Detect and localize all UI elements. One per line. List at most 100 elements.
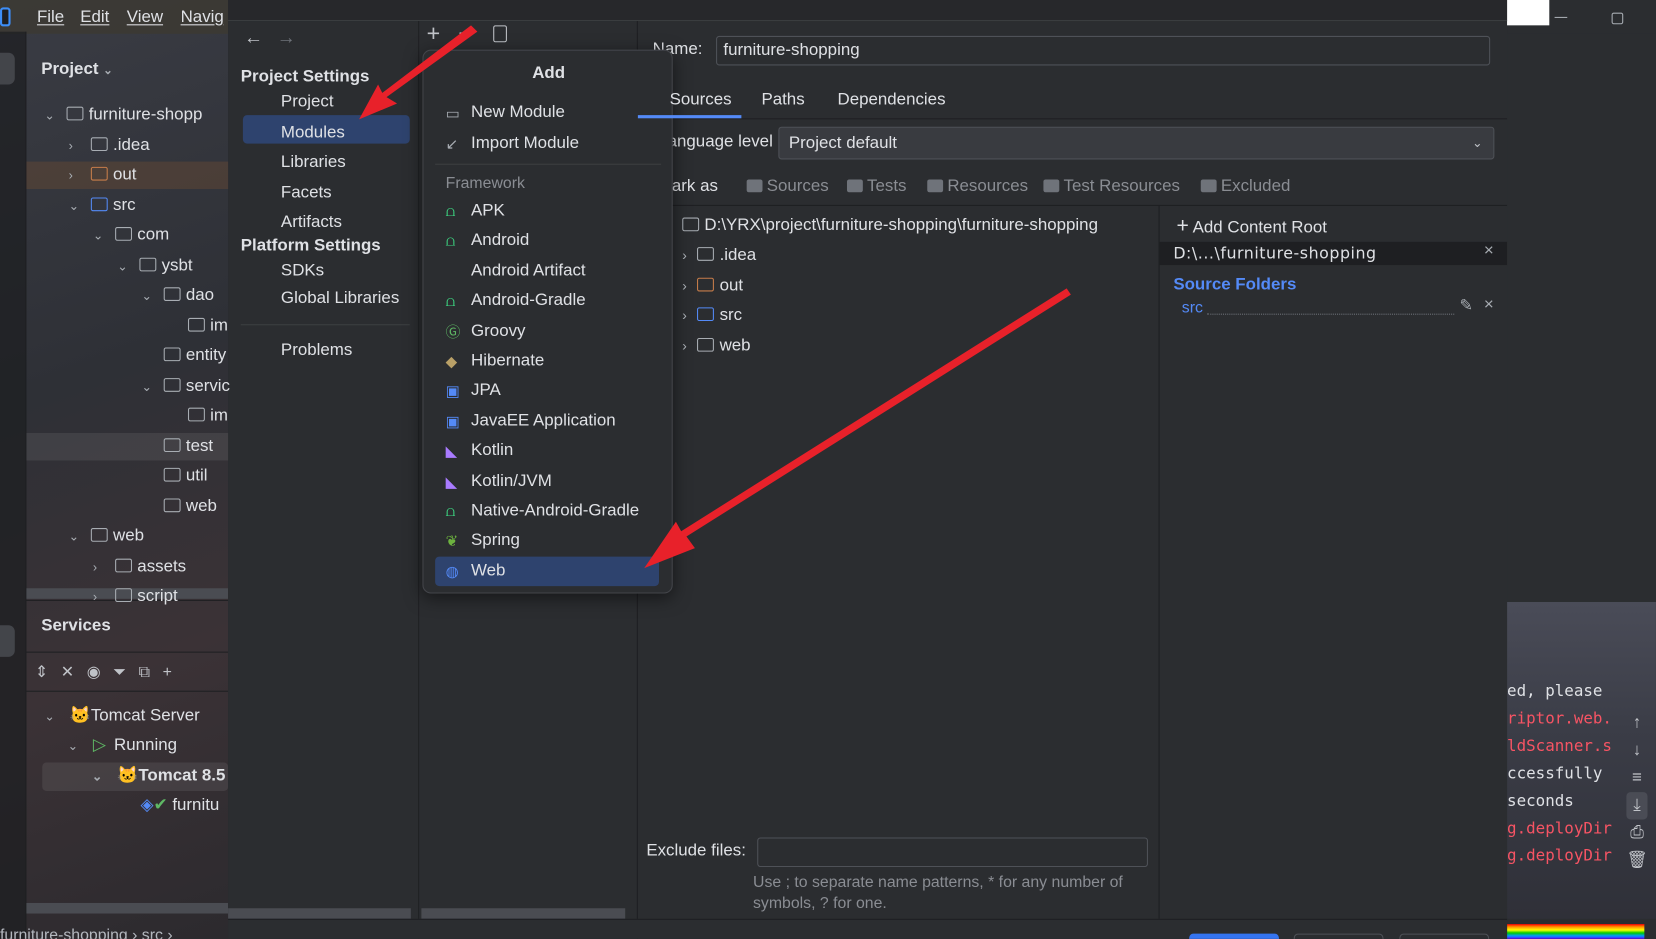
popup-framework-android-artifact[interactable]: Android Artifact — [435, 256, 659, 286]
expand-all-icon[interactable]: ⇕ — [35, 663, 61, 681]
breadcrumb-item[interactable]: furniture-shopping — [0, 926, 128, 939]
chevron-right-icon[interactable]: › — [682, 307, 687, 323]
project-tree-row[interactable]: ⌄ ysbt — [26, 252, 228, 279]
project-tree-row[interactable]: util — [26, 463, 228, 490]
project-view-dropdown[interactable]: Project ⌄ — [41, 56, 113, 83]
chevron-right-icon[interactable]: › — [69, 162, 73, 189]
forward-icon[interactable]: → — [277, 26, 296, 48]
popup-framework-hibernate[interactable]: ◆ Hibernate — [435, 346, 659, 376]
project-tree-row[interactable]: ⌄ com — [26, 222, 228, 249]
popup-framework-apk[interactable]: ⩍ APK — [435, 196, 659, 226]
nav-facets[interactable]: Facets — [281, 183, 332, 202]
project-tree-row[interactable]: ⌄ dao — [26, 282, 228, 309]
chevron-down-icon[interactable]: ⌄ — [69, 523, 80, 550]
copy-icon[interactable] — [493, 25, 507, 43]
language-level-dropdown[interactable]: Project default ⌄ — [778, 126, 1495, 160]
mark-as-test-resources[interactable]: Test Resources — [1043, 177, 1180, 196]
horizontal-scrollbar[interactable] — [26, 902, 229, 914]
popup-import-module[interactable]: ↙ Import Module — [435, 128, 659, 158]
project-tree-row[interactable]: › out — [26, 161, 229, 190]
nav-problems[interactable]: Problems — [281, 341, 352, 360]
arrow-down-icon[interactable]: ↓ — [1626, 737, 1647, 764]
project-tool-icon[interactable] — [0, 52, 15, 85]
arrow-up-icon[interactable]: ↑ — [1626, 710, 1647, 737]
mark-as-tests[interactable]: Tests — [846, 177, 906, 196]
tab-sources[interactable]: Sources — [670, 91, 732, 110]
popup-framework-spring[interactable]: ❦ Spring — [435, 526, 659, 556]
nav-project[interactable]: Project — [281, 93, 334, 112]
chevron-right-icon[interactable]: › — [69, 131, 73, 158]
ok-button[interactable] — [1189, 933, 1279, 939]
cancel-button[interactable] — [1293, 933, 1384, 939]
chevron-down-icon[interactable]: ⌄ — [69, 192, 80, 219]
minimize-button[interactable] — [1554, 16, 1568, 18]
popup-framework-web[interactable]: ◍ Web — [435, 556, 660, 586]
mark-as-excluded[interactable]: Excluded — [1200, 177, 1290, 196]
scroll-to-end-icon[interactable]: ⤓ — [1626, 792, 1648, 820]
project-tree-row[interactable]: entity — [26, 342, 228, 369]
maximize-button[interactable] — [1611, 12, 1624, 25]
apply-button[interactable] — [1399, 933, 1490, 939]
tab-dependencies[interactable]: Dependencies — [837, 91, 945, 110]
menu-view[interactable]: View — [127, 8, 163, 27]
project-tree-row[interactable]: web — [26, 493, 228, 520]
project-tree-row[interactable]: im — [26, 402, 228, 429]
content-root-node[interactable]: D:\YRX\project\furniture-shopping\furnit… — [682, 212, 1098, 239]
popup-framework-javaee-application[interactable]: ▣ JavaEE Application — [435, 406, 659, 436]
root-child-src[interactable]: › src — [682, 302, 742, 329]
add-icon[interactable]: + — [427, 20, 441, 47]
chevron-down-icon[interactable]: ⌄ — [93, 222, 104, 249]
chevron-down-icon[interactable]: ⌄ — [142, 282, 153, 309]
project-tree-row[interactable]: › assets — [26, 553, 228, 580]
project-tree-row[interactable]: im — [26, 312, 228, 339]
chevron-right-icon[interactable]: › — [682, 337, 687, 353]
popup-framework-jpa[interactable]: ▣ JPA — [435, 376, 659, 406]
print-icon[interactable]: ⎙ — [1626, 820, 1647, 847]
chevron-right-icon[interactable]: › — [93, 583, 97, 610]
breadcrumb-item[interactable]: src — [142, 926, 163, 939]
nav-libraries[interactable]: Libraries — [281, 153, 346, 172]
root-child-idea[interactable]: › .idea — [682, 242, 756, 269]
trash-icon[interactable]: 🗑 — [1626, 847, 1647, 874]
project-tree-row[interactable]: › script — [26, 583, 228, 610]
add-icon[interactable]: + — [163, 663, 185, 681]
project-tree-row[interactable]: ⌄ src — [26, 192, 228, 219]
add-content-root-button[interactable]: + Add Content Root — [1176, 212, 1326, 239]
project-tree-row[interactable]: ⌄ furniture-shopp — [26, 101, 228, 128]
tab-paths[interactable]: Paths — [761, 91, 804, 110]
remove-source-icon[interactable]: × — [1484, 296, 1494, 315]
nav-modules[interactable]: Modules — [281, 123, 345, 142]
mark-as-resources[interactable]: Resources — [927, 177, 1028, 196]
project-tree-row[interactable]: ⌄ servic — [26, 372, 230, 399]
root-child-web[interactable]: › web — [682, 332, 750, 359]
services-tool-icon[interactable] — [0, 625, 15, 657]
edit-pencil-icon[interactable]: ✎ — [1460, 296, 1473, 315]
chevron-right-icon[interactable]: › — [682, 247, 687, 263]
popup-framework-android[interactable]: ⩍ Android — [435, 226, 659, 256]
popup-framework-android-gradle[interactable]: ⩍ Android-Gradle — [435, 286, 659, 316]
menu-file[interactable]: File — [37, 8, 64, 27]
chevron-down-icon[interactable]: ⌄ — [44, 101, 55, 128]
chevron-right-icon[interactable]: › — [93, 553, 97, 580]
services-item-artifact[interactable]: ◈✔ furnitu — [140, 792, 219, 819]
mark-as-sources[interactable]: Sources — [746, 177, 829, 196]
popup-framework-kotlin-jvm[interactable]: ◣ Kotlin/JVM — [435, 466, 659, 496]
project-tree-row[interactable]: › .idea — [26, 131, 228, 158]
project-tree-row[interactable]: ⌄ web — [26, 523, 228, 550]
menu-edit[interactable]: Edit — [80, 8, 109, 27]
back-icon[interactable]: ← — [244, 26, 263, 48]
source-folder-item[interactable]: src — [1182, 295, 1203, 322]
nav-scrollbar[interactable] — [228, 908, 411, 919]
new-tab-icon[interactable]: ⧉ — [139, 663, 163, 681]
name-input[interactable]: furniture-shopping — [716, 35, 1491, 66]
popup-framework-kotlin[interactable]: ◣ Kotlin — [435, 436, 659, 466]
menu-navigate[interactable]: Navig — [181, 8, 224, 27]
filter-icon[interactable]: ⏷ — [113, 663, 138, 681]
list-scrollbar[interactable] — [421, 908, 626, 919]
exclude-files-input[interactable] — [757, 837, 1148, 868]
nav-sdks[interactable]: SDKs — [281, 262, 324, 281]
remove-root-icon[interactable]: × — [1484, 242, 1494, 261]
nav-artifacts[interactable]: Artifacts — [281, 213, 342, 232]
root-child-out[interactable]: › out — [682, 272, 743, 299]
chevron-right-icon[interactable]: › — [682, 277, 687, 293]
